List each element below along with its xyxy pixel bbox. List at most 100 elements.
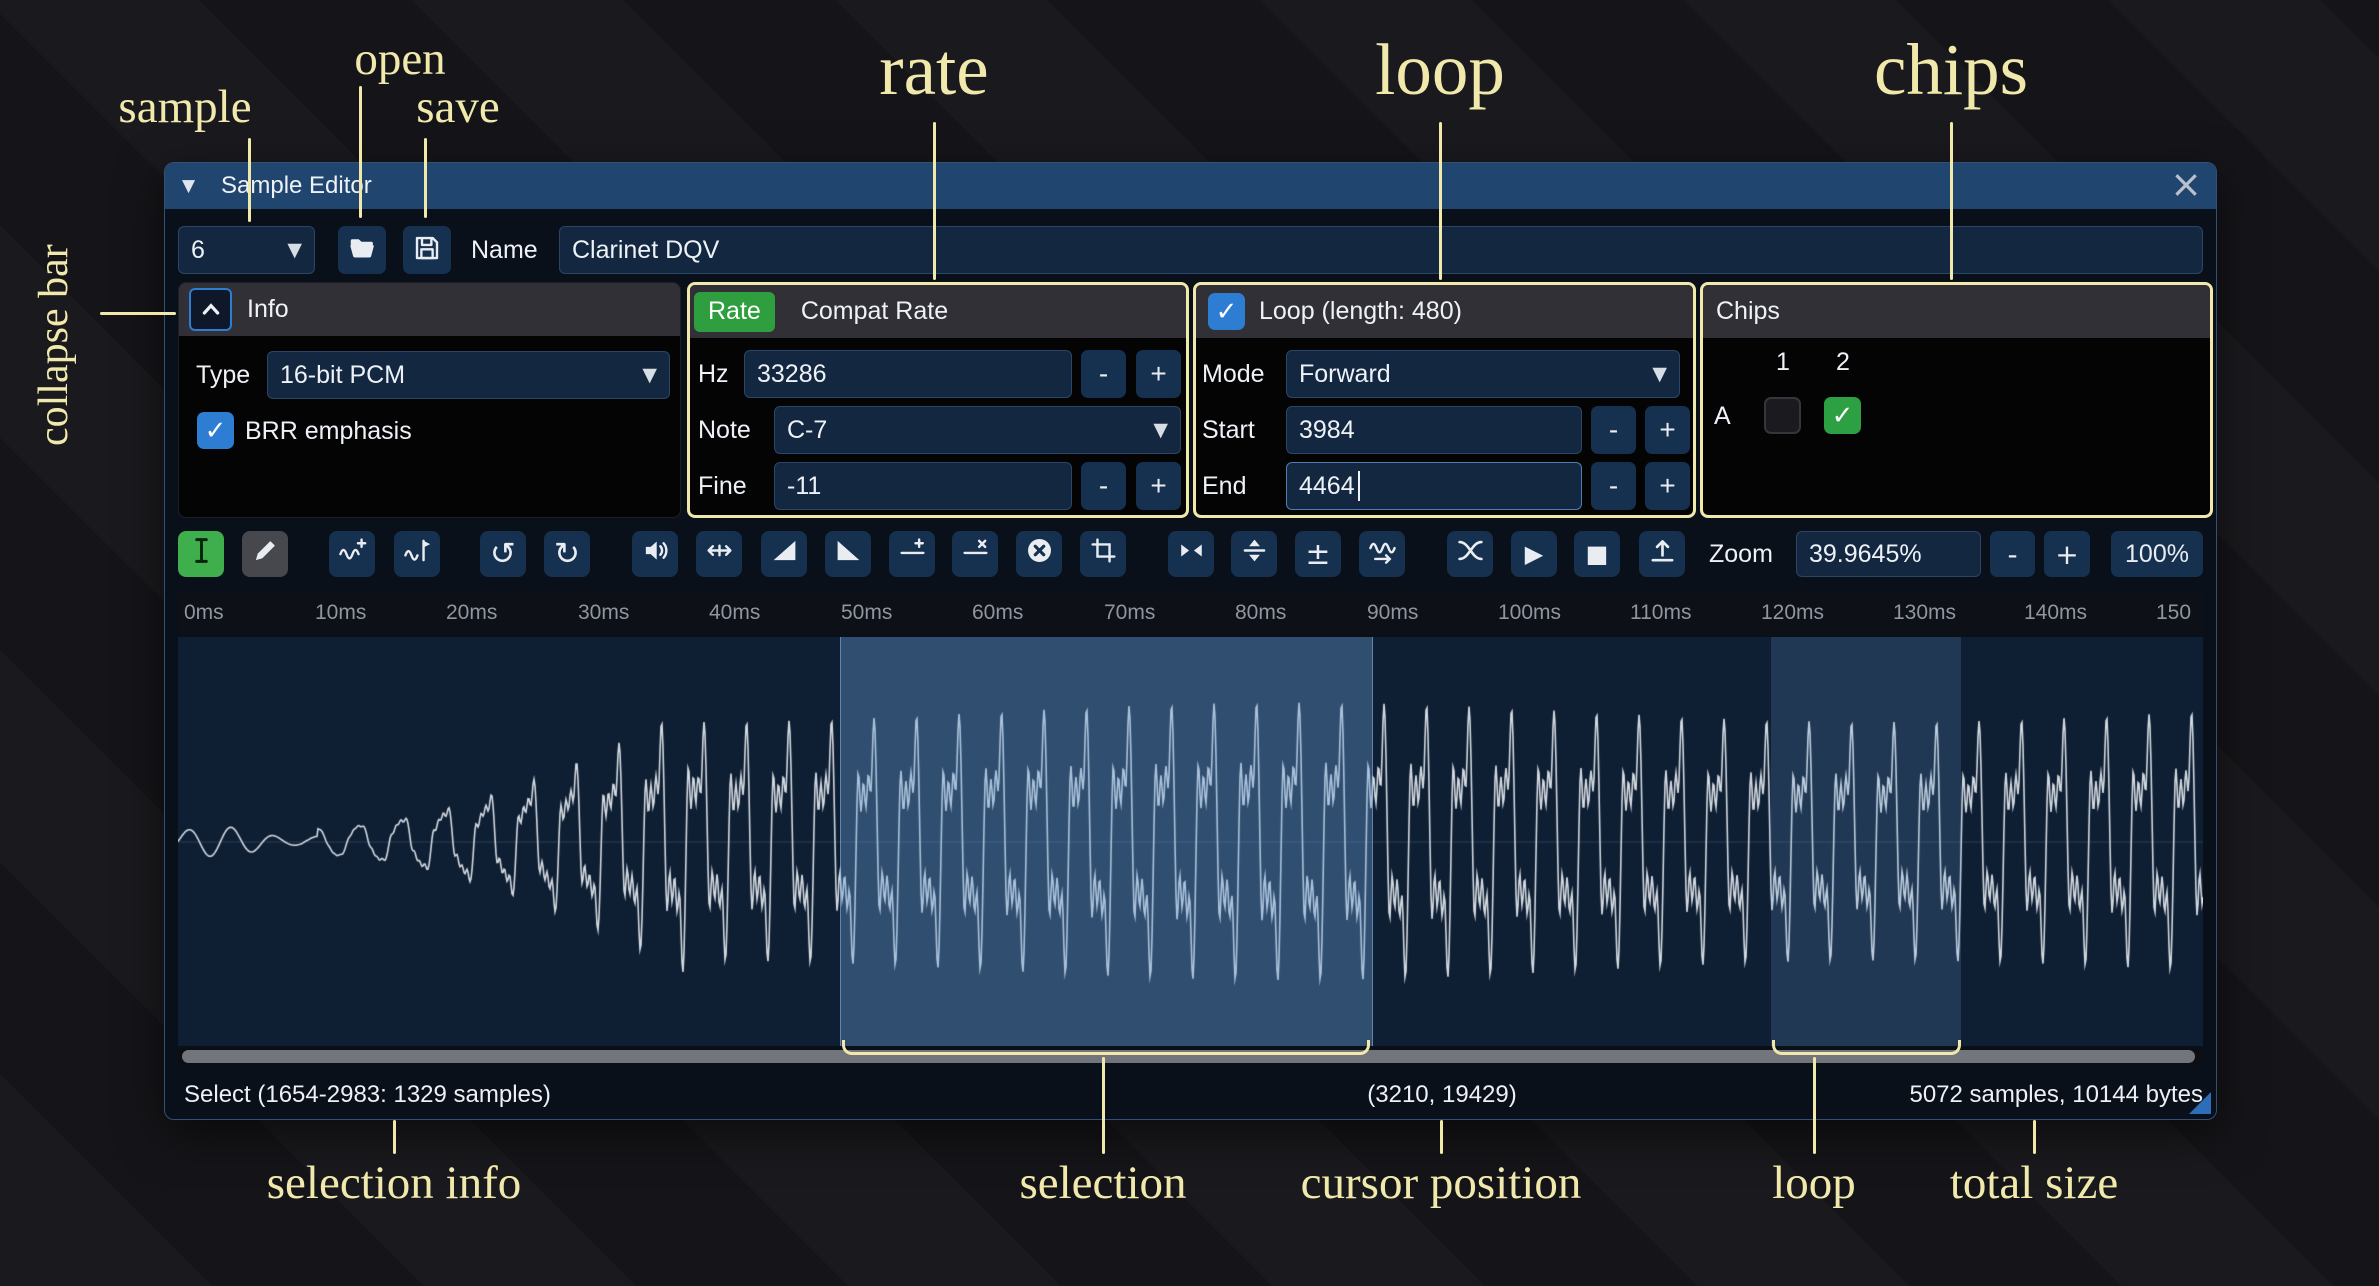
loop-region[interactable] — [1771, 637, 1961, 1046]
ruler-tick: 100ms — [1498, 601, 1561, 625]
loop-end-decrement-button[interactable]: - — [1591, 462, 1636, 510]
sample-select-value: 6 — [191, 236, 205, 265]
annotation-sample-line — [248, 138, 251, 222]
info-panel: Info Type 16-bit PCM ▼ ✓ BRR emphasis — [178, 282, 681, 518]
selection-region[interactable] — [840, 637, 1373, 1046]
loop-enable-checkbox[interactable]: ✓ — [1208, 293, 1245, 330]
zoom-in-button[interactable]: + — [2044, 531, 2090, 577]
normalize-button[interactable] — [696, 531, 742, 577]
select-tool-button[interactable] — [178, 531, 224, 577]
close-icon[interactable]: × — [2170, 163, 2202, 205]
ibeam-cursor-icon — [187, 536, 216, 572]
annotation-chips-line — [1950, 122, 1953, 280]
resample-button[interactable] — [394, 531, 440, 577]
trim-button[interactable] — [1080, 531, 1126, 577]
annotation-loop-line — [1439, 122, 1442, 280]
waveform-display[interactable] — [178, 637, 2203, 1046]
fade-out-button[interactable] — [825, 531, 871, 577]
loop-start-increment-button[interactable]: + — [1645, 406, 1690, 454]
floppy-disk-icon — [412, 233, 442, 268]
annotation-collapse-bar: collapse bar — [30, 184, 78, 446]
stop-preview-button[interactable]: ■ — [1574, 531, 1620, 577]
annotation-save: save — [416, 80, 500, 134]
loop-mode-select[interactable]: Forward ▼ — [1286, 350, 1680, 398]
preview-button[interactable]: ▶ — [1511, 531, 1557, 577]
loop-start-input[interactable]: 3984 — [1286, 406, 1582, 454]
flip-vertical-icon — [1240, 536, 1269, 572]
window-collapse-icon[interactable]: ▼ — [182, 163, 195, 209]
resize-button[interactable] — [329, 531, 375, 577]
annotation-chips: chips — [1874, 28, 2028, 112]
resize-grip[interactable] — [2189, 1092, 2211, 1114]
crossfade-button[interactable] — [1447, 531, 1493, 577]
redo-button[interactable]: ↻ — [544, 531, 590, 577]
open-sample-button[interactable] — [338, 226, 386, 274]
filter-button[interactable] — [1359, 531, 1405, 577]
info-panel-header[interactable]: Info — [179, 283, 680, 336]
zoom-input[interactable]: 39.9645% — [1796, 531, 1981, 577]
delete-button[interactable] — [1016, 531, 1062, 577]
ruler-tick: 130ms — [1893, 601, 1956, 625]
draw-tool-button[interactable] — [242, 531, 288, 577]
fine-decrement-button[interactable]: - — [1081, 462, 1126, 510]
amplify-button[interactable] — [632, 531, 678, 577]
title-bar[interactable]: ▼ Sample Editor × — [165, 163, 2216, 209]
loop-end-input[interactable]: 4464 — [1286, 462, 1582, 510]
chevron-down-icon: ▼ — [1652, 363, 1667, 385]
loop-start-decrement-button[interactable]: - — [1591, 406, 1636, 454]
brr-emphasis-checkbox[interactable]: ✓ — [197, 412, 234, 449]
insert-silence-button[interactable] — [889, 531, 935, 577]
mode-label: Mode — [1202, 350, 1265, 398]
sample-select[interactable]: 6 ▼ — [178, 226, 315, 274]
horizontal-arrows-icon — [705, 536, 734, 572]
zoom-reset-button[interactable]: 100% — [2111, 531, 2203, 577]
chip-a2-checkbox[interactable]: ✓ — [1824, 397, 1861, 434]
hz-increment-button[interactable]: + — [1136, 350, 1181, 398]
annotation-rate-line — [933, 122, 936, 280]
annotation-save-line — [424, 138, 427, 218]
loop-start-value: 3984 — [1299, 416, 1355, 445]
save-sample-button[interactable] — [403, 226, 451, 274]
fine-input[interactable]: -11 — [774, 462, 1072, 510]
zoom-out-button[interactable]: - — [1990, 531, 2035, 577]
rate-panel-header: Rate Compat Rate — [690, 285, 1186, 338]
upload-button[interactable] — [1639, 531, 1685, 577]
hz-input[interactable]: 33286 — [744, 350, 1072, 398]
sample-name-input[interactable]: Clarinet DQV — [559, 226, 2203, 274]
wave-filter-icon — [1368, 536, 1397, 572]
loop-start-label: Start — [1202, 406, 1255, 454]
annotation-selection: selection — [1019, 1156, 1186, 1210]
rate-button[interactable]: Rate — [694, 292, 775, 332]
annotation-selection-line — [1102, 1057, 1105, 1154]
loop-header-label: Loop (length: 480) — [1259, 297, 1462, 326]
sign-button[interactable]: ± — [1295, 531, 1341, 577]
fine-increment-button[interactable]: + — [1136, 462, 1181, 510]
type-select[interactable]: 16-bit PCM ▼ — [267, 351, 670, 399]
type-label: Type — [196, 351, 250, 399]
ruler-tick: 70ms — [1104, 601, 1155, 625]
ramp-up-icon — [770, 536, 799, 572]
collapse-bar-button[interactable] — [189, 288, 232, 331]
note-select[interactable]: C-7 ▼ — [774, 406, 1181, 454]
x-circle-icon — [1025, 536, 1054, 572]
wave-flag-icon — [403, 536, 432, 572]
annotation-selection-info: selection info — [267, 1156, 522, 1210]
ruler-tick: 0ms — [184, 601, 224, 625]
crossing-curves-icon — [1456, 536, 1485, 572]
invert-button[interactable] — [1231, 531, 1277, 577]
undo-button[interactable]: ↺ — [480, 531, 526, 577]
loop-end-increment-button[interactable]: + — [1645, 462, 1690, 510]
hz-decrement-button[interactable]: - — [1081, 350, 1126, 398]
chip-a1-checkbox[interactable] — [1764, 397, 1801, 434]
annotation-total-size: total size — [1950, 1156, 2118, 1210]
time-ruler[interactable]: 0ms 10ms 20ms 30ms 40ms 50ms 60ms 70ms 8… — [178, 593, 2203, 635]
annotation-rate: rate — [879, 28, 988, 112]
note-select-value: C-7 — [787, 416, 827, 445]
fade-in-button[interactable] — [761, 531, 807, 577]
apply-silence-button[interactable] — [952, 531, 998, 577]
sample-name-value: Clarinet DQV — [572, 236, 719, 265]
ruler-tick: 30ms — [578, 601, 629, 625]
desktop-background: sample open save rate loop chips collaps… — [0, 0, 2379, 1286]
name-label: Name — [471, 226, 538, 274]
reverse-button[interactable] — [1168, 531, 1214, 577]
